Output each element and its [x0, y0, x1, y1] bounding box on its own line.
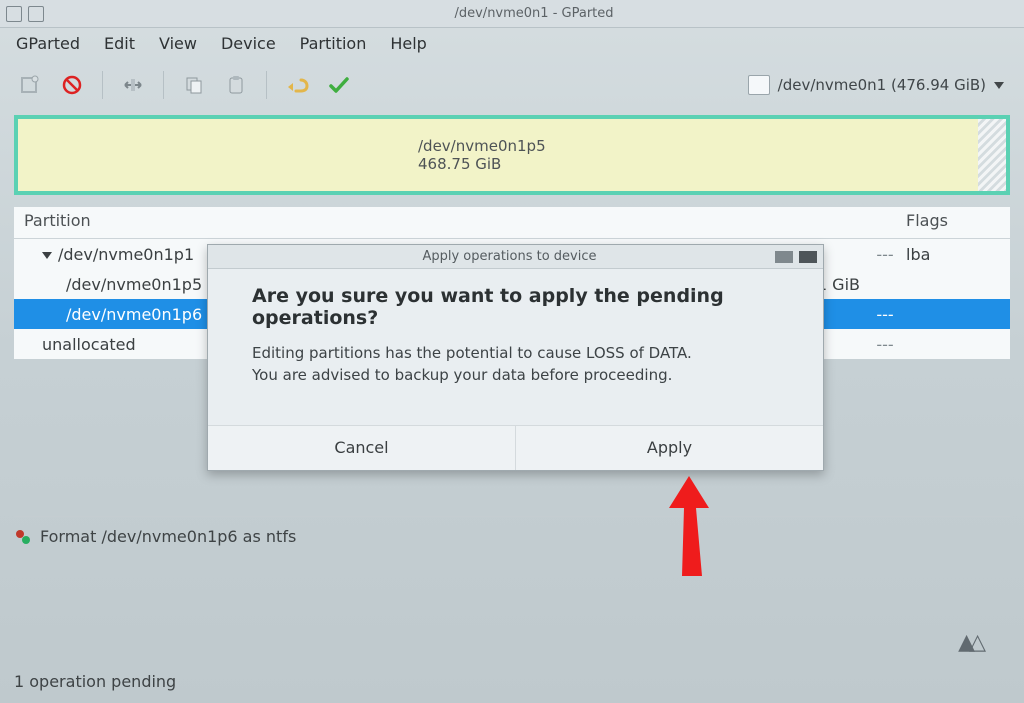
column-partition[interactable]: Partition: [14, 211, 214, 230]
row-name: /dev/nvme0n1p6: [14, 305, 214, 324]
partition-segment-unallocated[interactable]: [978, 119, 1006, 191]
dialog-line2: You are advised to backup your data befo…: [252, 365, 797, 387]
dialog-title: Apply operations to device: [250, 249, 769, 264]
dialog-line1: Editing partitions has the potential to …: [252, 343, 797, 365]
toolbar-separator: [102, 71, 103, 99]
column-flags[interactable]: Flags: [900, 211, 1010, 230]
mouse-cursor-icon: ▲△: [958, 630, 980, 655]
paste-button[interactable]: [218, 69, 254, 101]
undo-button[interactable]: [279, 69, 315, 101]
menu-edit[interactable]: Edit: [104, 34, 135, 53]
dialog-buttons: Cancel Apply: [208, 425, 823, 470]
window-titlebar: /dev/nvme0n1 - GParted: [0, 0, 1024, 28]
dialog-minimize-button[interactable]: [775, 251, 793, 263]
disk-icon: [748, 75, 770, 95]
dialog-heading: Are you sure you want to apply the pendi…: [252, 285, 797, 329]
window-title: /dev/nvme0n1 - GParted: [50, 6, 1018, 21]
dialog-maximize-button[interactable]: [799, 251, 817, 263]
menu-view[interactable]: View: [159, 34, 197, 53]
statusbar: 1 operation pending: [14, 672, 176, 691]
apply-dialog: Apply operations to device Are you sure …: [207, 244, 824, 471]
row-sep: ---: [870, 335, 900, 354]
menu-help[interactable]: Help: [390, 34, 426, 53]
row-name: /dev/nvme0n1p5: [14, 275, 214, 294]
apply-button[interactable]: [321, 69, 357, 101]
format-op-icon: [14, 528, 32, 546]
delete-partition-button[interactable]: [54, 69, 90, 101]
menu-device[interactable]: Device: [221, 34, 276, 53]
toolbar: /dev/nvme0n1 (476.94 GiB): [0, 59, 1024, 115]
row-flags: lba: [900, 245, 1010, 264]
pending-operations: Format /dev/nvme0n1p6 as ntfs: [14, 516, 1010, 546]
menubar: GParted Edit View Device Partition Help: [0, 28, 1024, 59]
resize-move-button[interactable]: [115, 69, 151, 101]
dialog-app-icon: [214, 251, 226, 263]
device-selector[interactable]: /dev/nvme0n1 (476.94 GiB): [740, 71, 1012, 99]
device-selector-label: /dev/nvme0n1 (476.94 GiB): [778, 76, 986, 94]
row-name: /dev/nvme0n1p1: [58, 245, 194, 264]
row-sep: ---: [870, 305, 900, 324]
segment-name: /dev/nvme0n1p5: [418, 137, 978, 155]
tree-expand-icon[interactable]: [42, 252, 52, 259]
chevron-down-icon: [994, 82, 1004, 89]
toolbar-separator: [266, 71, 267, 99]
menu-partition[interactable]: Partition: [300, 34, 367, 53]
dialog-app-icon-2: [232, 251, 244, 263]
row-sep: ---: [870, 245, 900, 264]
app-icon: [6, 6, 22, 22]
app-icon-2: [28, 6, 44, 22]
cancel-button[interactable]: Cancel: [208, 426, 516, 470]
menu-gparted[interactable]: GParted: [16, 34, 80, 53]
dialog-body: Are you sure you want to apply the pendi…: [208, 269, 823, 395]
pending-op-text: Format /dev/nvme0n1p6 as ntfs: [40, 527, 296, 546]
apply-confirm-button[interactable]: Apply: [516, 426, 823, 470]
toolbar-separator: [163, 71, 164, 99]
new-partition-button[interactable]: [12, 69, 48, 101]
copy-button[interactable]: [176, 69, 212, 101]
partition-graphic[interactable]: /dev/nvme0n1p5 468.75 GiB: [14, 115, 1010, 195]
segment-size: 468.75 GiB: [418, 155, 978, 173]
partition-segment-main[interactable]: /dev/nvme0n1p5 468.75 GiB: [18, 119, 978, 191]
partition-table-header: Partition Flags: [14, 207, 1010, 239]
row-name: unallocated: [14, 335, 214, 354]
dialog-titlebar: Apply operations to device: [208, 245, 823, 269]
